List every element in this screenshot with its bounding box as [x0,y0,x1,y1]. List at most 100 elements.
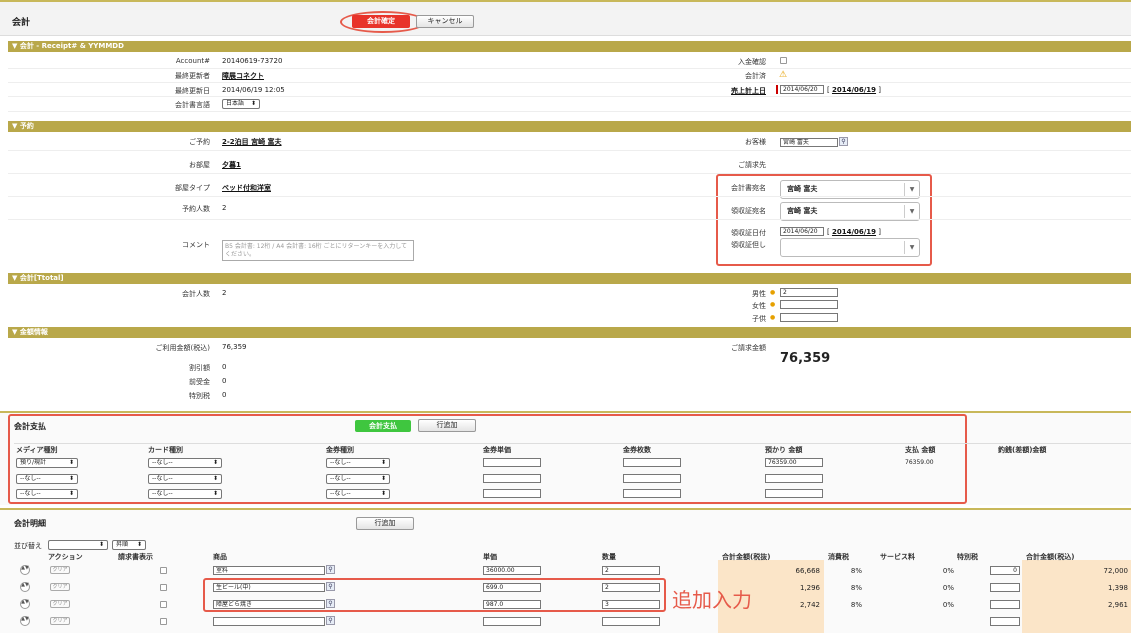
media-select[interactable]: --なし-- [16,489,78,499]
product-input[interactable]: 生ビール(中) [213,583,325,592]
lang-select[interactable]: 日本語 [222,99,260,109]
product-input[interactable] [213,617,325,626]
media-select[interactable]: 預り/現計 [16,458,78,468]
female-input[interactable] [780,300,838,309]
sales-date-input[interactable]: 2014/06/20 [780,85,824,94]
search-icon[interactable]: ⚲ [326,565,335,574]
child-input[interactable] [780,313,838,322]
section-receipt-header[interactable]: ▼ 会計 - Receipt# & YYMMDD [8,41,1131,52]
subtotal-value: 66,668 [795,567,821,575]
search-icon[interactable]: ⚲ [326,582,335,591]
sales-date-today-link[interactable]: 2014/06/19 [832,86,876,94]
updated-value: 2014/06/19 12:05 [222,86,285,94]
special-tax-input[interactable] [990,600,1020,609]
sort-order-select[interactable]: 昇順 [112,540,146,550]
receipt-note-select[interactable]: ▼ [780,238,920,257]
subtotal-value: 1,296 [799,584,820,592]
special-tax-value: 0 [222,391,227,399]
search-icon[interactable]: ⚲ [326,599,335,608]
clear-button[interactable]: クリア [50,566,70,574]
voucher-select[interactable]: --なし-- [326,458,390,468]
sales-date-label[interactable]: 売上計上日 [656,86,766,96]
guest-label: お客様 [745,138,766,146]
clear-button[interactable]: クリア [50,617,70,625]
voucher-unit-input[interactable] [483,489,541,498]
price-input[interactable] [483,617,541,626]
details-add-row-button[interactable]: 行追加 [356,517,414,530]
booking-label: ご予約 [189,138,210,146]
cancel-button[interactable]: キャンセル [416,15,474,28]
voucher-unit-input[interactable] [483,474,541,483]
product-input[interactable]: 障屋どら焼き [213,600,325,609]
product-input[interactable]: 室料 [213,566,325,575]
receipt-note-label: 領収証但し [731,241,766,249]
qty-input[interactable]: 2 [602,583,660,592]
card-select[interactable]: --なし-- [148,458,222,468]
reorder-icon[interactable]: ▲▼ [20,599,30,609]
guest-input[interactable]: 宮崎 富夫 [780,138,838,147]
voucher-select[interactable]: --なし-- [326,474,390,484]
receipt-date-label: 領収証日付 [731,229,766,237]
qty-input[interactable]: 2 [602,566,660,575]
sort-label: 並び替え [14,542,42,550]
comment-textarea[interactable]: B5 会計書: 12桁 / A4 会計書: 16桁 ごとにリターンキーを入力して… [222,240,414,261]
col-special-tax: 特別税 [957,553,978,561]
voucher-count-input[interactable] [623,489,681,498]
receipt-date-input[interactable]: 2014/06/20 [780,227,824,236]
qty-input[interactable] [602,617,660,626]
voucher-count-input[interactable] [623,458,681,467]
room-link[interactable]: 夕暮1 [222,160,241,170]
usage-label: ご利用金額(税込) [155,344,210,352]
pay-button[interactable]: 会計支払 [355,420,411,432]
reorder-icon[interactable]: ▲▼ [20,616,30,626]
invoice-display-checkbox[interactable] [160,567,167,574]
invoice-display-checkbox[interactable] [160,601,167,608]
reorder-icon[interactable]: ▲▼ [20,565,30,575]
card-select[interactable]: --なし-- [148,489,222,499]
sort-field-select[interactable] [48,540,108,550]
col-product: 商品 [213,553,227,561]
clear-button[interactable]: クリア [50,583,70,591]
billed-label: ご請求金額 [731,344,766,352]
voucher-unit-input[interactable] [483,458,541,467]
paid-value: 76359.00 [905,459,934,466]
male-input[interactable]: 2 [780,288,838,297]
card-select[interactable]: --なし-- [148,474,222,484]
updater-link[interactable]: 障展コネクト [222,71,264,81]
confirm-button[interactable]: 会計確定 [352,15,410,28]
invoice-display-checkbox[interactable] [160,584,167,591]
section-booking-header[interactable]: ▼ 予約 [8,121,1131,132]
voucher-select[interactable]: --なし-- [326,489,390,499]
clear-button[interactable]: クリア [50,600,70,608]
annotation-text: 追加入力 [672,588,752,612]
deposit-input[interactable] [765,474,823,483]
section-total-header[interactable]: ▼ 会計[Ttotal] [8,273,1131,284]
price-input[interactable]: 699.0 [483,583,541,592]
special-tax-input[interactable] [990,617,1020,626]
roomtype-link[interactable]: ベッド付和洋室 [222,183,271,193]
media-select[interactable]: --なし-- [16,474,78,484]
col-tax: 消費税 [828,553,849,561]
details-title: 会計明細 [14,519,46,528]
col-card: カード種別 [148,446,183,454]
special-tax-input[interactable]: 0 [990,566,1020,575]
reorder-icon[interactable]: ▲▼ [20,582,30,592]
payment-add-row-button[interactable]: 行追加 [418,419,476,432]
tax-value: 8% [850,567,862,575]
special-tax-input[interactable] [990,583,1020,592]
male-label: 男性 [752,290,766,298]
price-input[interactable]: 36000.00 [483,566,541,575]
invoice-display-checkbox[interactable] [160,618,167,625]
price-input[interactable]: 987.0 [483,600,541,609]
voucher-count-input[interactable] [623,474,681,483]
billed-value: 76,359 [780,351,831,366]
deposit-input[interactable] [765,489,823,498]
booking-link[interactable]: 2-2泊目 宮崎 富夫 [222,137,282,147]
receipt-date-today-link[interactable]: 2014/06/19 [832,228,876,236]
qty-input[interactable]: 3 [602,600,660,609]
payment-confirm-checkbox[interactable] [780,57,787,64]
section-amount-header[interactable]: ▼ 金額情報 [8,327,1131,338]
search-icon[interactable]: ⚲ [326,616,335,625]
guest-lookup-icon[interactable]: ⚲ [839,137,848,146]
deposit-input[interactable]: 76359.00 [765,458,823,467]
